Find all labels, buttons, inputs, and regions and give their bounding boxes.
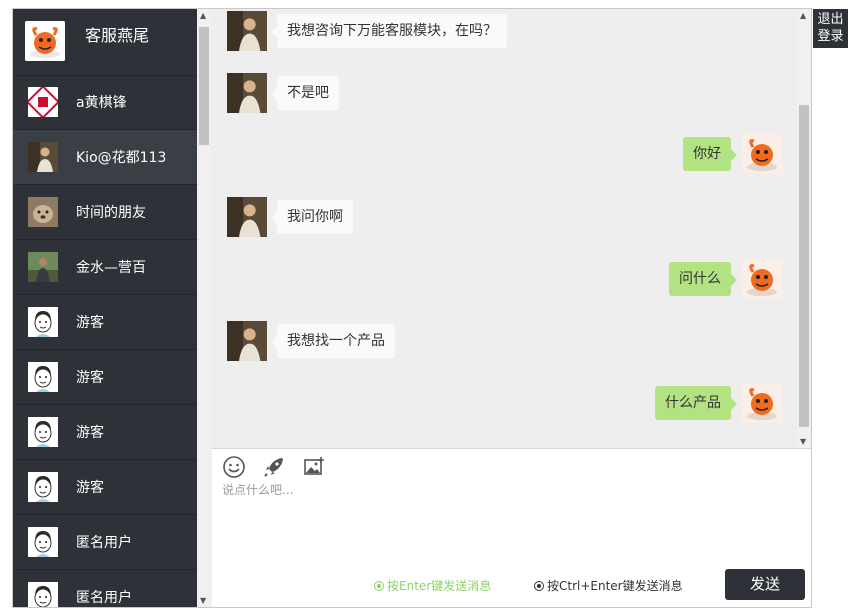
- contact-item[interactable]: Kio@花都113: [13, 130, 197, 185]
- contact-avatar: [28, 582, 58, 607]
- logout-button[interactable]: 退出 登录: [813, 9, 848, 48]
- contact-avatar: [28, 527, 58, 557]
- message-bubble: 不是吧: [271, 76, 339, 110]
- message-area: ▲ ▼ 我想咨询下万能客服模块，在吗？ 不是吧 你好 我问你啊 问什么 我想找一个产品 什么…: [212, 9, 811, 448]
- agent-avatar: [742, 383, 782, 423]
- current-user: 客服燕尾: [13, 9, 197, 76]
- ctrl-enter-send-option[interactable]: 按Ctrl+Enter键发送消息: [534, 577, 683, 594]
- image-icon[interactable]: [302, 455, 326, 479]
- contact-sidebar: 客服燕尾 a黄棋锋 Kio@花都113 时间的朋友 金水—营百 游客 游客 游客 游客 匿名用户…: [13, 9, 211, 607]
- message-row: 什么产品: [212, 383, 811, 423]
- message-row: 我想咨询下万能客服模块，在吗？: [212, 11, 811, 51]
- visitor-avatar: [227, 321, 267, 361]
- contact-item[interactable]: 匿名用户: [13, 570, 197, 607]
- message-bubble: 我想咨询下万能客服模块，在吗？: [271, 14, 507, 48]
- contact-item[interactable]: 匿名用户: [13, 515, 197, 570]
- contact-item[interactable]: 游客: [13, 350, 197, 405]
- contact-list: a黄棋锋 Kio@花都113 时间的朋友 金水—营百 游客 游客 游客 游客 匿名用户 匿名用户: [13, 75, 197, 607]
- contact-name: 游客: [76, 370, 104, 386]
- contact-name: 时间的朋友: [76, 205, 146, 221]
- contact-item[interactable]: 时间的朋友: [13, 185, 197, 240]
- contact-avatar: [28, 197, 58, 227]
- rocket-icon[interactable]: [262, 455, 286, 479]
- contact-item[interactable]: a黄棋锋: [13, 75, 197, 130]
- radio-icon[interactable]: [534, 581, 544, 591]
- message-row: 不是吧: [212, 73, 811, 113]
- visitor-avatar: [227, 197, 267, 237]
- message-input[interactable]: 说点什么吧...: [222, 481, 293, 498]
- contact-item[interactable]: 金水—营百: [13, 240, 197, 295]
- contact-name: 金水—营百: [76, 260, 146, 276]
- contact-item[interactable]: 游客: [13, 405, 197, 460]
- message-composer: 说点什么吧... 按Enter键发送消息 按Ctrl+Enter键发送消息 发送: [212, 448, 811, 607]
- message-row: 你好: [212, 134, 811, 174]
- chat-window: 客服燕尾 a黄棋锋 Kio@花都113 时间的朋友 金水—营百 游客 游客 游客 游客 匿名用户…: [12, 8, 812, 608]
- smiley-icon[interactable]: [222, 455, 246, 479]
- scroll-up-icon[interactable]: ▲: [200, 11, 206, 20]
- radio-icon[interactable]: [374, 581, 384, 591]
- contact-name: a黄棋锋: [76, 95, 127, 111]
- contact-avatar: [28, 417, 58, 447]
- logout-label-2: 登录: [817, 29, 844, 44]
- message-bubble: 我问你啊: [271, 200, 353, 234]
- visitor-avatar: [227, 11, 267, 51]
- contact-name: Kio@花都113: [76, 150, 167, 166]
- logout-label-1: 退出: [817, 12, 844, 27]
- enter-send-label: 按Enter键发送消息: [387, 579, 492, 593]
- agent-avatar: [742, 259, 782, 299]
- contact-avatar: [28, 142, 58, 172]
- message-row: 我想找一个产品: [212, 321, 811, 361]
- contact-name: 匿名用户: [76, 535, 132, 551]
- scroll-down-icon[interactable]: ▼: [200, 596, 206, 605]
- send-button[interactable]: 发送: [725, 569, 805, 600]
- scroll-down-icon[interactable]: ▼: [800, 437, 806, 446]
- contact-avatar: [28, 472, 58, 502]
- mascot-avatar: [25, 21, 65, 61]
- contact-avatar: [28, 362, 58, 392]
- user-name: 客服燕尾: [85, 26, 150, 45]
- contact-item[interactable]: 游客: [13, 460, 197, 515]
- contact-avatar: [28, 87, 58, 117]
- contact-item[interactable]: 游客: [13, 295, 197, 350]
- sidebar-scrollbar[interactable]: ▲ ▼: [197, 9, 211, 607]
- contact-name: 游客: [76, 480, 104, 496]
- agent-avatar: [742, 134, 782, 174]
- message-bubble: 什么产品: [655, 386, 737, 420]
- contact-name: 匿名用户: [76, 590, 132, 606]
- contact-avatar: [28, 252, 58, 282]
- ctrl-enter-send-label: 按Ctrl+Enter键发送消息: [547, 579, 683, 593]
- message-bubble: 我想找一个产品: [271, 324, 395, 358]
- contact-name: 游客: [76, 425, 104, 441]
- conversation-panel: ▲ ▼ 我想咨询下万能客服模块，在吗？ 不是吧 你好 我问你啊 问什么 我想找一个产品 什么…: [212, 9, 811, 607]
- message-bubble: 问什么: [669, 262, 737, 296]
- contact-name: 游客: [76, 315, 104, 331]
- message-row: 问什么: [212, 259, 811, 299]
- sidebar-scroll-thumb[interactable]: [199, 27, 209, 145]
- contact-avatar: [28, 307, 58, 337]
- visitor-avatar: [227, 73, 267, 113]
- message-bubble: 你好: [683, 137, 737, 171]
- enter-send-option[interactable]: 按Enter键发送消息: [374, 577, 491, 594]
- message-row: 我问你啊: [212, 197, 811, 237]
